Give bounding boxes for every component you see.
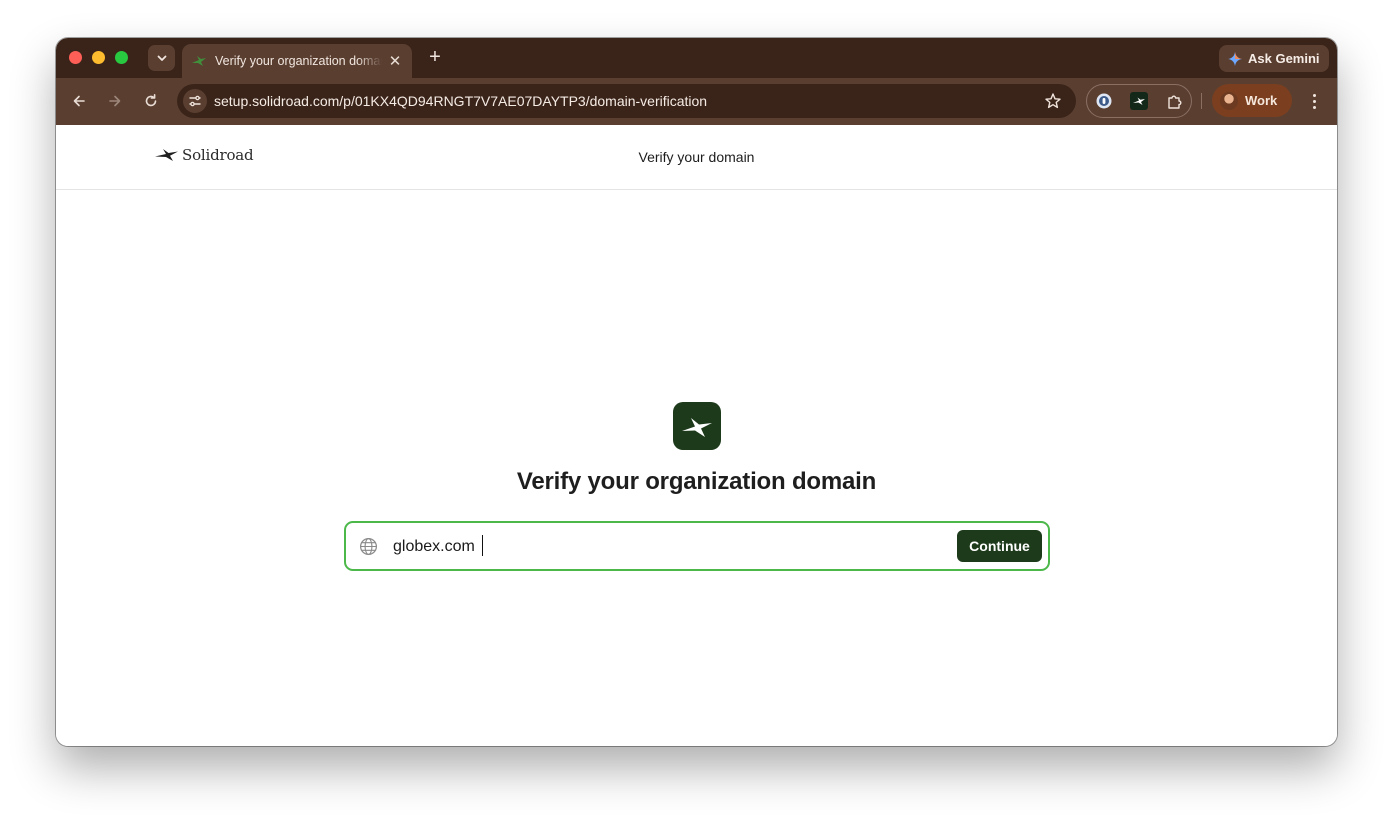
- forward-button[interactable]: [104, 90, 126, 112]
- header-title: Verify your domain: [638, 149, 755, 165]
- continue-button[interactable]: Continue: [957, 530, 1042, 562]
- reload-icon: [145, 94, 157, 107]
- page-content: Solidroad Verify your domain Verify your…: [56, 125, 1337, 746]
- new-tab-button[interactable]: +: [425, 46, 445, 70]
- reload-button[interactable]: [140, 90, 162, 112]
- solidroad-favicon-icon: [191, 53, 207, 69]
- arrow-left-icon: [73, 95, 85, 107]
- tab-strip: Verify your organization domain ✕ + Ask …: [56, 38, 1337, 78]
- text-caret: [482, 535, 483, 556]
- domain-form: Continue: [344, 521, 1050, 571]
- tab-active[interactable]: Verify your organization domain ✕: [182, 44, 412, 78]
- ask-gemini-label: Ask Gemini: [1248, 51, 1320, 66]
- ask-gemini-button[interactable]: Ask Gemini: [1219, 45, 1329, 72]
- bookmark-star-icon[interactable]: [1044, 92, 1062, 110]
- tab-search-button[interactable]: [148, 45, 175, 71]
- tab-title: Verify your organization domain: [215, 54, 382, 68]
- toolbar-divider: [1201, 93, 1202, 109]
- domain-input[interactable]: [393, 534, 933, 559]
- chevron-down-icon: [157, 55, 166, 61]
- site-settings-icon[interactable]: [183, 89, 207, 113]
- tab-close-icon[interactable]: ✕: [388, 52, 402, 70]
- page-title: Verify your organization domain: [516, 468, 877, 495]
- profile-button[interactable]: Work: [1212, 84, 1292, 117]
- back-button[interactable]: [68, 90, 90, 112]
- puzzle-extensions-icon[interactable]: [1166, 92, 1184, 110]
- gemini-sparkle-icon: [1228, 51, 1242, 66]
- address-bar[interactable]: setup.solidroad.com/p/01KX4QD94RNGT7V7AE…: [177, 84, 1076, 118]
- globe-icon: [359, 537, 378, 556]
- browser-window: Verify your organization domain ✕ + Ask …: [56, 38, 1337, 746]
- minimize-window-button[interactable]: [92, 51, 105, 64]
- site-header: Solidroad Verify your domain: [56, 125, 1337, 190]
- arrow-right-icon: [109, 95, 121, 107]
- extensions-group: [1086, 84, 1192, 118]
- app-logo-icon: [673, 402, 721, 450]
- url-text: setup.solidroad.com/p/01KX4QD94RNGT7V7AE…: [214, 93, 708, 109]
- solidroad-extension-icon[interactable]: [1130, 92, 1148, 110]
- password-manager-extension-icon[interactable]: [1095, 92, 1113, 110]
- close-window-button[interactable]: [69, 51, 82, 64]
- browser-toolbar: setup.solidroad.com/p/01KX4QD94RNGT7V7AE…: [56, 78, 1337, 125]
- profile-label: Work: [1245, 93, 1278, 108]
- maximize-window-button[interactable]: [115, 51, 128, 64]
- avatar: [1220, 91, 1238, 110]
- browser-menu-icon[interactable]: [1305, 90, 1323, 112]
